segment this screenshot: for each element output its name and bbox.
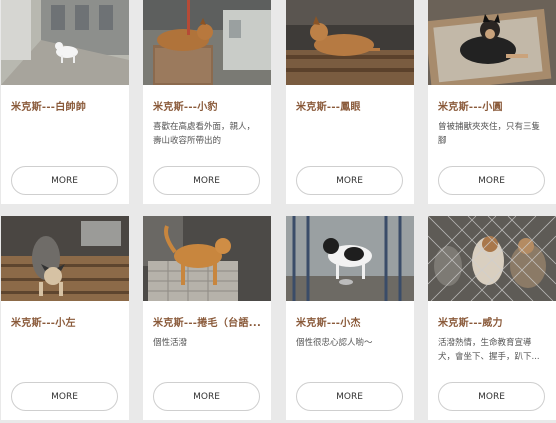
dog-card: 米克斯---鳳眼 MORE	[286, 0, 414, 204]
dog-photo[interactable]	[143, 0, 271, 85]
dog-card: 米克斯---小左 MORE	[1, 216, 129, 420]
dog-name[interactable]: 米克斯---小杰	[296, 314, 408, 329]
more-button[interactable]: MORE	[11, 166, 118, 195]
dog-photo[interactable]	[286, 0, 414, 85]
dog-card: 米克斯---白帥帥 MORE	[1, 0, 129, 204]
dog-photo[interactable]	[1, 216, 129, 301]
dog-name[interactable]: 米克斯---小左	[11, 314, 123, 329]
dog-card: 米克斯---捲毛（台語... 個性活潑 MORE	[143, 216, 271, 420]
dog-photo[interactable]	[286, 216, 414, 301]
dog-card: 米克斯---小杰 個性很忠心認人喲～ MORE	[286, 216, 414, 420]
dog-name[interactable]: 米克斯---小豹	[153, 98, 265, 113]
dog-name[interactable]: 米克斯---小圓	[438, 98, 550, 113]
dog-description	[296, 120, 406, 148]
dog-description: 曾被捕獸夾夾住，只有三隻腳	[438, 122, 541, 146]
more-button[interactable]: MORE	[296, 166, 403, 195]
dog-description	[11, 120, 121, 148]
more-button[interactable]: MORE	[296, 382, 403, 411]
more-button[interactable]: MORE	[153, 166, 260, 195]
more-button[interactable]: MORE	[438, 382, 545, 411]
dog-description	[11, 336, 121, 364]
dog-name[interactable]: 米克斯---威力	[438, 314, 550, 329]
dog-name[interactable]: 米克斯---鳳眼	[296, 98, 408, 113]
dog-description: 個性活潑	[153, 338, 188, 348]
dog-description: 喜歡在高處看外面，親人，壽山收容所帶出的	[153, 122, 256, 146]
dog-name[interactable]: 米克斯---白帥帥	[11, 98, 123, 113]
dog-card: 米克斯---小圓 曾被捕獸夾夾住，只有三隻腳 MORE	[428, 0, 556, 204]
dog-description: 個性很忠心認人喲～	[296, 338, 373, 348]
dog-card: 米克斯---小豹 喜歡在高處看外面，親人，壽山收容所帶出的 MORE	[143, 0, 271, 204]
dog-name[interactable]: 米克斯---捲毛（台語...	[153, 314, 265, 329]
more-button[interactable]: MORE	[153, 382, 260, 411]
dog-photo[interactable]	[428, 216, 556, 301]
more-button[interactable]: MORE	[438, 166, 545, 195]
dog-photo[interactable]	[428, 0, 556, 85]
dog-photo[interactable]	[143, 216, 271, 301]
dog-photo[interactable]	[1, 0, 129, 85]
dog-description: 活潑熱情，生命教育宣導犬，會坐下、握手，趴下...	[438, 338, 540, 362]
dog-card: 米克斯---威力 活潑熱情，生命教育宣導犬，會坐下、握手，趴下... MORE	[428, 216, 556, 420]
more-button[interactable]: MORE	[11, 382, 118, 411]
